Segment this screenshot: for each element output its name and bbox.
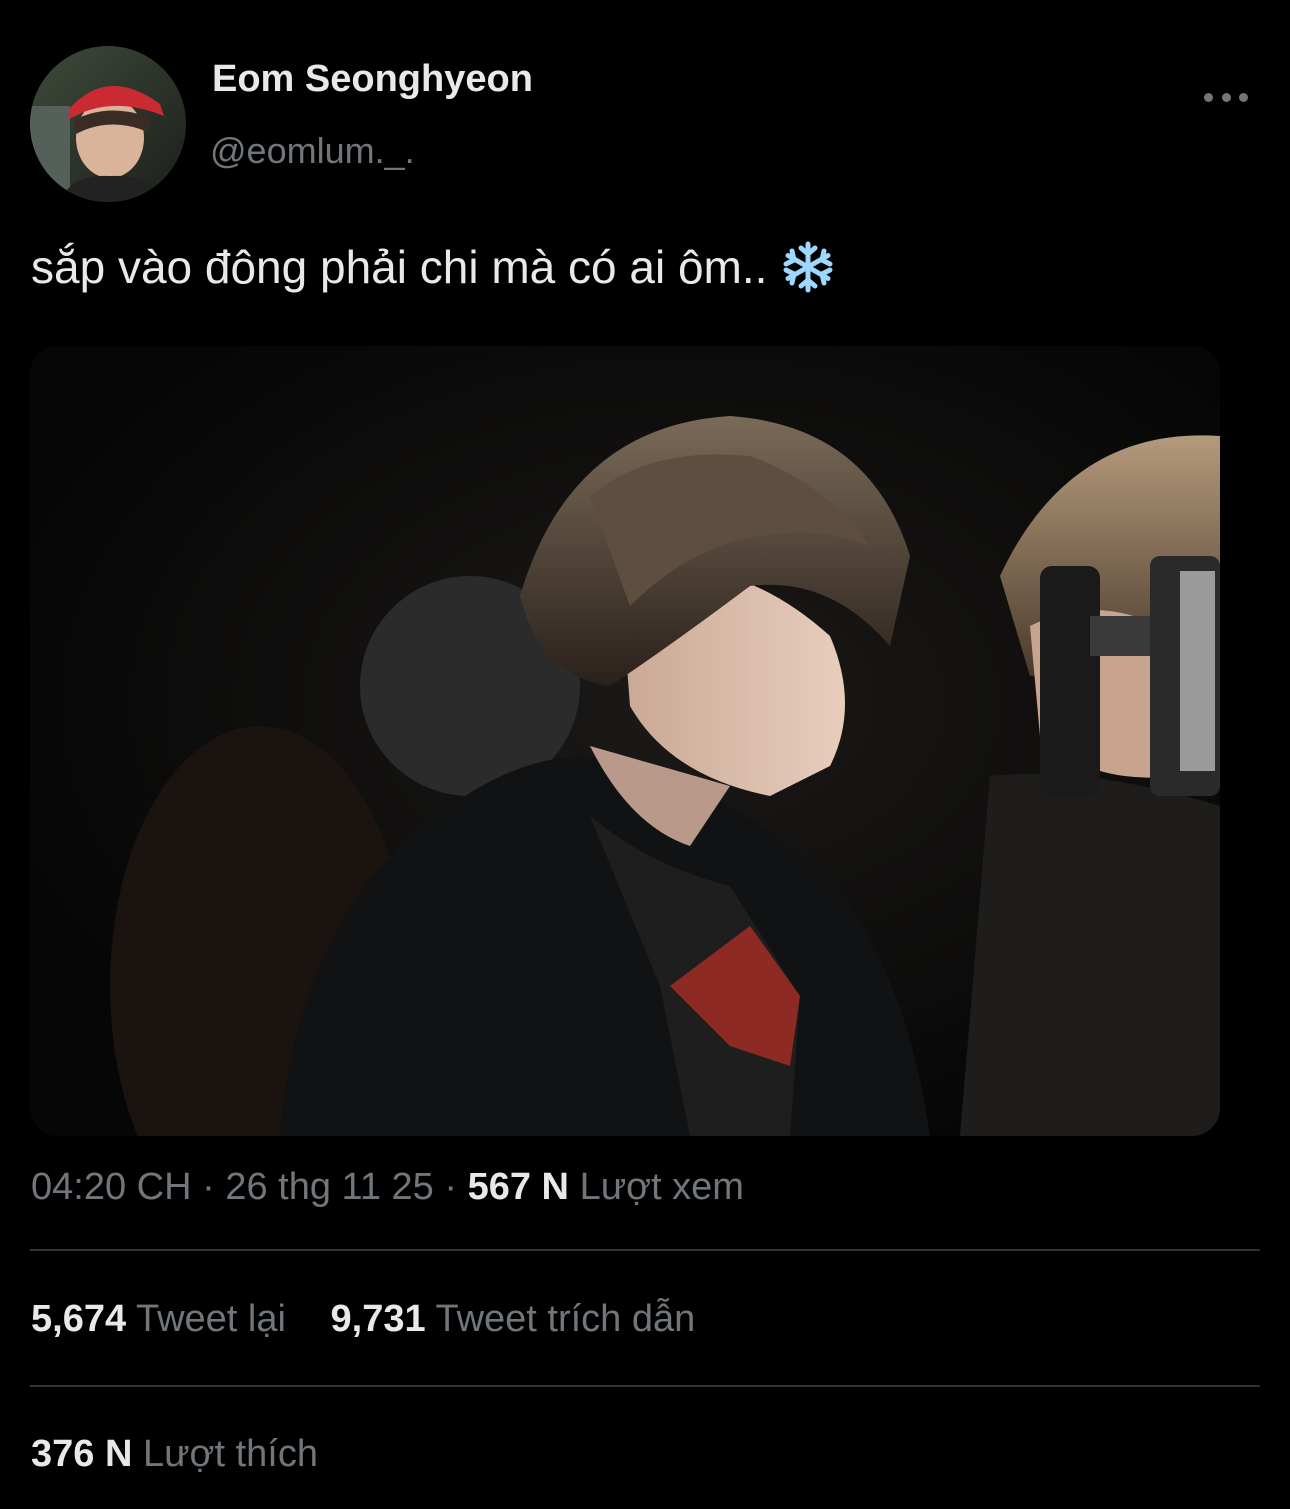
snowflake-icon — [783, 241, 833, 293]
quotes-stat[interactable]: 9,731 Tweet trích dẫn — [331, 1298, 696, 1341]
author-handle[interactable]: @eomlum._. — [210, 130, 415, 172]
retweets-stat[interactable]: 5,674 Tweet lại — [31, 1298, 286, 1341]
quotes-count: 9,731 — [330, 1298, 426, 1340]
views-count: 567 N — [467, 1166, 569, 1208]
retweets-label: Tweet lại — [135, 1298, 286, 1340]
more-dot — [1221, 92, 1231, 102]
divider — [30, 1249, 1260, 1251]
quotes-label: Tweet trích dẫn — [435, 1298, 696, 1340]
views-label: Lượt xem — [579, 1166, 744, 1208]
likes-label: Lượt thích — [142, 1433, 318, 1475]
tweet-time[interactable]: 04:20 CH — [31, 1166, 192, 1208]
tweet-body: sắp vào đông phải chi mà có ai ôm.. — [31, 241, 768, 293]
tweet-meta: 04:20 CH · 26 thg 11 25 · 567 N Lượt xem — [31, 1166, 744, 1209]
likes-count: 376 N — [31, 1433, 133, 1475]
more-dot — [1239, 92, 1248, 102]
avatar-image — [30, 46, 186, 202]
avatar[interactable] — [30, 46, 186, 202]
likes-row: 376 N Lượt thích — [31, 1433, 318, 1476]
more-options-button[interactable] — [1204, 82, 1248, 112]
meta-separator: · — [444, 1166, 458, 1208]
tweet-date[interactable]: 26 thg 11 25 — [225, 1166, 433, 1208]
more-horizontal-icon — [1204, 92, 1213, 102]
photo-image — [30, 346, 1220, 1136]
tweet-text: sắp vào đông phải chi mà có ai ôm.. — [31, 240, 835, 294]
retweets-count: 5,674 — [31, 1298, 127, 1340]
tweet-photo[interactable] — [30, 346, 1220, 1136]
engagement-row: 5,674 Tweet lại 9,731 Tweet trích dẫn — [31, 1298, 695, 1341]
likes-stat[interactable]: 376 N Lượt thích — [31, 1433, 318, 1476]
author-display-name[interactable]: Eom Seonghyeon — [212, 58, 533, 101]
meta-separator: · — [202, 1166, 215, 1208]
divider — [30, 1385, 1260, 1387]
